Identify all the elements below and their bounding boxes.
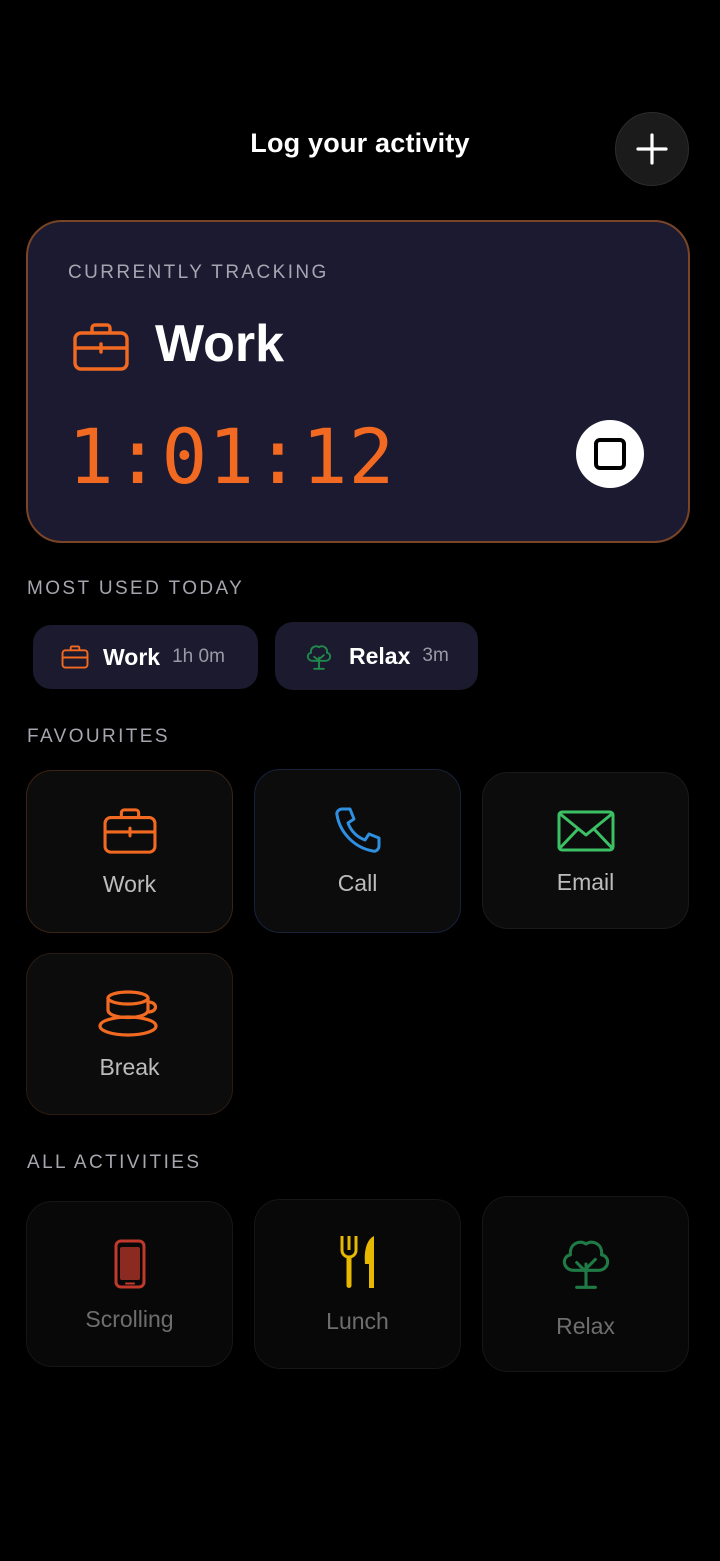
favourites-section-label: FAVOURITES: [27, 726, 170, 747]
all-activities-section-label: ALL ACTIVITIES: [27, 1152, 202, 1173]
smartphone-icon: [27, 1238, 232, 1290]
tile-label: Email: [556, 869, 615, 895]
fork-knife-icon: [255, 1236, 460, 1288]
add-activity-button[interactable]: [615, 112, 689, 186]
favourite-tile-break[interactable]: Break: [26, 953, 233, 1115]
tracking-timer: 1:01:12: [68, 412, 396, 501]
tracking-activity-name: Work: [155, 315, 285, 373]
tile-label: Relax: [556, 1313, 615, 1339]
favourite-tile-work[interactable]: Work: [26, 770, 233, 933]
chip-activity-time: 3m: [422, 645, 449, 666]
coffee-cup-icon: [27, 988, 232, 1040]
stop-tracking-button[interactable]: [576, 420, 644, 488]
tile-label: Scrolling: [85, 1306, 174, 1332]
tree-icon: [483, 1231, 688, 1291]
tile-label: Break: [99, 1054, 160, 1080]
chip-activity-name: Work: [103, 643, 161, 670]
favourite-tile-email[interactable]: Email: [482, 772, 689, 929]
favourite-tile-call[interactable]: Call: [254, 769, 461, 933]
currently-tracking-label: CURRENTLY TRACKING: [68, 262, 329, 283]
chip-activity-name: Relax: [349, 642, 411, 669]
most-used-section-label: MOST USED TODAY: [27, 578, 245, 599]
most-used-chip-relax[interactable]: Relax 3m: [275, 622, 478, 690]
activity-tile-relax[interactable]: Relax: [482, 1196, 689, 1372]
briefcase-icon: [72, 322, 130, 372]
phone-icon: [255, 804, 460, 856]
page-title: Log your activity: [250, 128, 470, 158]
tile-label: Call: [337, 870, 378, 896]
stop-icon: [593, 437, 627, 471]
tree-icon: [303, 640, 335, 672]
activity-tile-lunch[interactable]: Lunch: [254, 1199, 461, 1369]
activity-tile-scrolling[interactable]: Scrolling: [26, 1201, 233, 1367]
most-used-chip-work[interactable]: Work 1h 0m: [33, 625, 258, 689]
envelope-icon: [483, 805, 688, 857]
chip-activity-time: 1h 0m: [172, 646, 225, 667]
plus-icon: [635, 132, 669, 166]
briefcase-icon: [27, 805, 232, 857]
tile-label: Work: [102, 871, 157, 897]
tile-label: Lunch: [326, 1308, 389, 1334]
briefcase-icon: [61, 645, 89, 669]
currently-tracking-card[interactable]: CURRENTLY TRACKING Work 1:01:12: [26, 220, 690, 543]
